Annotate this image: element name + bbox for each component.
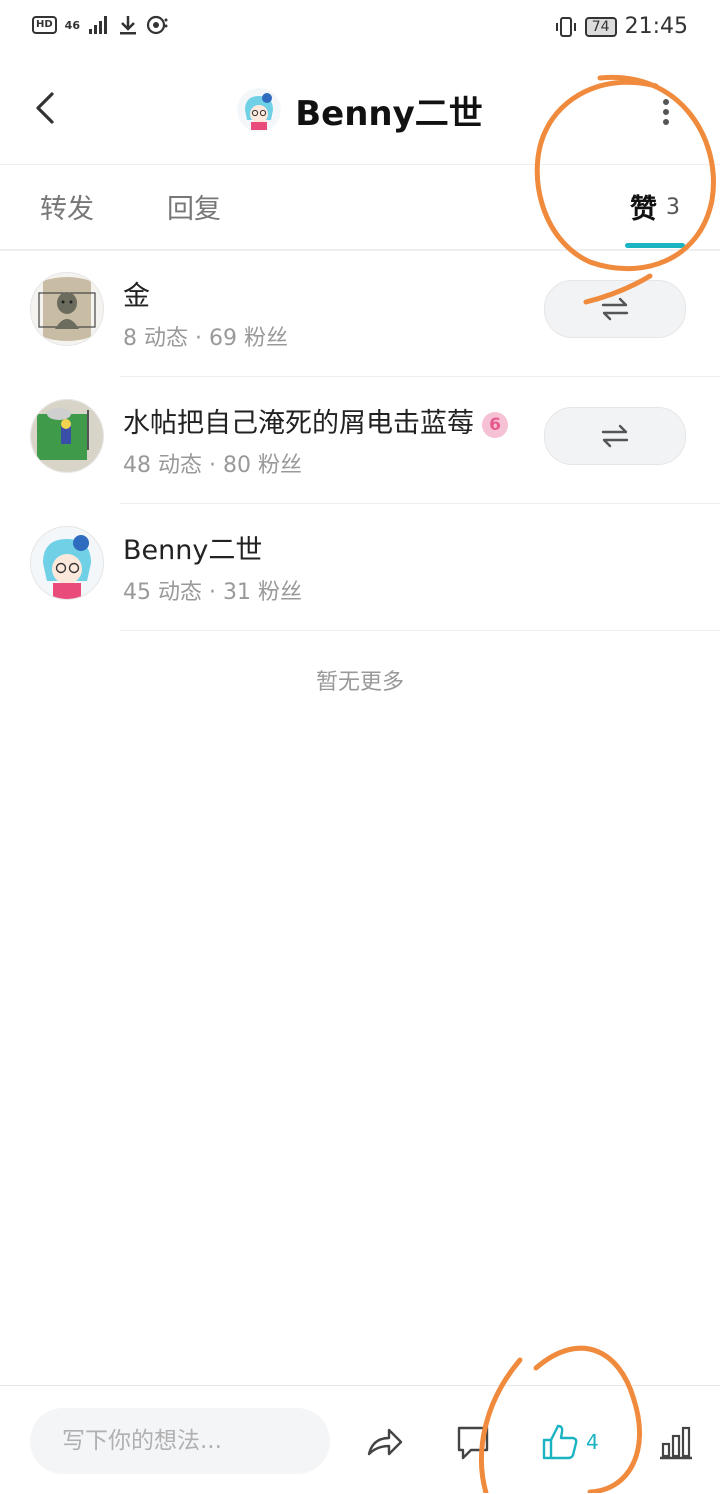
user-name[interactable]: 金 bbox=[123, 274, 150, 313]
header-title-group: Benny二世 bbox=[0, 56, 720, 164]
hotspot-icon bbox=[146, 15, 168, 35]
user-name[interactable]: 水帖把自己淹死的屑电击蓝莓 bbox=[123, 408, 474, 439]
tab-likes[interactable]: 赞 bbox=[630, 187, 657, 226]
bottom-action-bar: 写下你的想法... 4 bbox=[0, 1385, 720, 1494]
active-tab-indicator bbox=[625, 243, 685, 248]
status-left: HD 46 bbox=[32, 14, 168, 36]
list-end-text: 暂无更多 bbox=[315, 670, 404, 695]
swap-arrows-icon bbox=[601, 297, 629, 321]
tab-likes-count: 3 bbox=[666, 195, 680, 220]
battery-level: 74 bbox=[584, 16, 617, 37]
status-bar: HD 46 74 21:45 bbox=[0, 0, 720, 56]
hd-indicator: HD bbox=[32, 16, 57, 34]
share-icon[interactable] bbox=[365, 1422, 405, 1462]
vibrate-icon bbox=[555, 16, 576, 37]
tab-replies[interactable]: 回复 bbox=[167, 187, 221, 226]
list-item[interactable]: Benny二世 45 动态 · 31 粉丝 bbox=[0, 504, 720, 631]
user-stats: 48 动态 · 80 粉丝 bbox=[123, 453, 302, 478]
clock: 21:45 bbox=[624, 14, 688, 39]
app-header: Benny二世 bbox=[0, 56, 720, 165]
user-avatar[interactable] bbox=[30, 526, 104, 600]
download-icon bbox=[119, 16, 136, 35]
swap-arrows-icon bbox=[601, 424, 629, 448]
tab-reposts[interactable]: 转发 bbox=[40, 187, 94, 226]
user-avatar[interactable] bbox=[30, 272, 104, 346]
network-type: 46 bbox=[64, 18, 80, 32]
user-name[interactable]: Benny二世 bbox=[123, 528, 262, 567]
user-avatar[interactable] bbox=[30, 399, 104, 473]
back-arrow-icon[interactable] bbox=[30, 88, 60, 128]
like-count: 4 bbox=[586, 1430, 599, 1454]
list-item[interactable]: 金 8 动态 · 69 粉丝 bbox=[0, 250, 720, 377]
signal-icon bbox=[88, 16, 107, 34]
author-avatar[interactable] bbox=[237, 88, 282, 132]
user-stats: 8 动态 · 69 粉丝 bbox=[123, 326, 288, 351]
comment-icon[interactable] bbox=[453, 1422, 493, 1462]
mutual-follow-button[interactable] bbox=[544, 407, 686, 465]
user-name-group: 水帖把自己淹死的屑电击蓝莓 6 bbox=[123, 401, 508, 440]
mutual-follow-button[interactable] bbox=[544, 280, 686, 338]
more-options-icon[interactable] bbox=[654, 92, 678, 132]
page-title: Benny二世 bbox=[295, 93, 483, 134]
user-stats: 45 动态 · 31 粉丝 bbox=[123, 580, 302, 605]
row-divider bbox=[120, 630, 720, 631]
comment-input[interactable]: 写下你的想法... bbox=[30, 1408, 330, 1474]
list-item[interactable]: 水帖把自己淹死的屑电击蓝莓 6 48 动态 · 80 粉丝 bbox=[0, 377, 720, 504]
stats-chart-icon[interactable] bbox=[656, 1422, 696, 1462]
like-thumb-icon[interactable] bbox=[540, 1422, 580, 1462]
tab-bar: 转发 回复 赞 3 bbox=[0, 165, 720, 251]
status-right: 74 21:45 bbox=[555, 14, 688, 39]
level-badge: 6 bbox=[482, 412, 508, 438]
